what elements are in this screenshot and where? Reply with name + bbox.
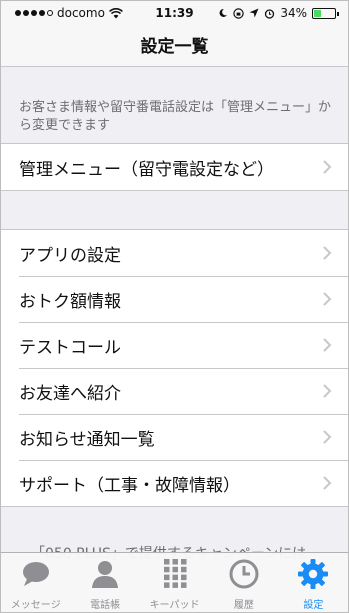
chevron-right-icon xyxy=(323,292,332,306)
row-label: お友達へ紹介 xyxy=(19,383,121,404)
admin-menu-row[interactable]: 管理メニュー（留守電設定など） xyxy=(1,144,348,190)
tab-clock[interactable]: 履歴 xyxy=(209,553,278,612)
navigation-bar: 設定一覧 xyxy=(1,25,348,67)
tab-label: 設定 xyxy=(303,600,324,611)
tab-gear[interactable]: 設定 xyxy=(279,553,348,612)
tab-keypad[interactable]: キーパッド xyxy=(140,553,209,612)
battery-icon xyxy=(312,7,339,19)
settings-item-row[interactable]: アプリの設定 xyxy=(1,230,348,276)
admin-menu-group: 管理メニュー（留守電設定など） xyxy=(1,143,348,191)
row-label: お知らせ通知一覧 xyxy=(19,429,155,450)
contacts-person-icon xyxy=(89,558,121,593)
battery-percentage: 34% xyxy=(280,6,307,20)
row-label: アプリの設定 xyxy=(19,245,121,266)
section-note: お客さま情報や留守番電話設定は「管理メニュー」から変更できます xyxy=(19,100,332,133)
settings-list-group: アプリの設定 おトク額情報 テストコール お友達へ紹介お知らせ通知一覧サポート（工事・… xyxy=(1,229,348,507)
settings-item-row[interactable]: サポート（工事・故障情報） xyxy=(1,460,348,506)
tab-label: 履歴 xyxy=(233,600,254,611)
chevron-right-icon xyxy=(323,246,332,260)
status-bar: docomo 11:39 34% xyxy=(1,1,348,25)
chevron-right-icon xyxy=(323,476,332,490)
tab-bar: メッセージ 電話帳 キーパッド 履歴 設定 xyxy=(1,552,348,612)
row-label: テストコール xyxy=(19,337,121,358)
tab-label: メッセージ xyxy=(10,600,61,611)
row-label: サポート（工事・故障情報） xyxy=(19,475,240,496)
settings-item-row[interactable]: テストコール xyxy=(1,322,348,368)
tab-label: 電話帳 xyxy=(90,600,121,611)
orientation-lock-icon xyxy=(233,7,245,19)
chevron-right-icon xyxy=(323,160,332,174)
settings-item-row[interactable]: お友達へ紹介 xyxy=(1,368,348,414)
tab-message-bubble[interactable]: メッセージ xyxy=(1,553,70,612)
tab-contacts-person[interactable]: 電話帳 xyxy=(70,553,139,612)
page-title: 設定一覧 xyxy=(140,37,209,57)
alarm-clock-icon xyxy=(265,8,275,19)
chevron-right-icon xyxy=(323,338,332,352)
do-not-disturb-moon-icon xyxy=(219,8,228,17)
clock-icon xyxy=(228,558,260,593)
location-arrow-icon xyxy=(249,8,259,18)
keypad-icon xyxy=(159,558,191,593)
tab-label: キーパッド xyxy=(149,600,200,611)
row-label: 管理メニュー（留守電設定など） xyxy=(19,159,274,180)
row-label: おトク額情報 xyxy=(19,291,121,312)
gear-icon xyxy=(297,558,329,593)
screen: docomo 11:39 34% 設定一覧 お客さま情報や留守番電話設定は「管理… xyxy=(0,0,349,613)
chevron-right-icon xyxy=(323,384,332,398)
settings-item-row[interactable]: おトク額情報 xyxy=(1,276,348,322)
message-bubble-icon xyxy=(20,558,52,593)
chevron-right-icon xyxy=(323,430,332,444)
settings-item-row[interactable]: お知らせ通知一覧 xyxy=(1,414,348,460)
